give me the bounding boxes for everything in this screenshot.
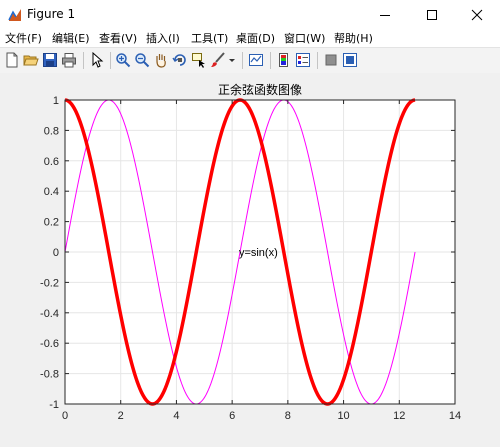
x-tick-labels: 0 2 4 6 8 10 12 14 (62, 410, 461, 422)
x-tick-label: 8 (285, 410, 291, 422)
toolbar-separator (83, 52, 84, 69)
hide-plot-tools-icon (325, 54, 337, 66)
maximize-button[interactable] (409, 0, 455, 30)
link-plot-button[interactable] (248, 52, 264, 68)
save-button[interactable] (42, 52, 58, 68)
link-plot-icon (249, 54, 263, 66)
menu-desktop[interactable]: 桌面(D) (236, 31, 275, 46)
y-tick-label: 0 (53, 247, 59, 259)
insert-colorbar-button[interactable] (276, 52, 292, 68)
minimize-icon (380, 15, 390, 16)
maximize-icon (427, 10, 437, 20)
menu-edit[interactable]: 编辑(E) (52, 31, 90, 46)
toolbar-separator (110, 52, 111, 69)
menu-file[interactable]: 文件(F) (5, 31, 42, 46)
data-cursor-icon (192, 53, 205, 68)
x-tick-label: 0 (62, 410, 68, 422)
legend-icon (296, 53, 310, 67)
show-plot-tools-button[interactable] (342, 52, 358, 68)
y-tick-label: 1 (53, 95, 59, 107)
close-icon (471, 9, 483, 21)
edit-plot-button[interactable] (89, 52, 105, 68)
y-tick-label: 0.2 (44, 217, 59, 229)
rotate-3d-button[interactable] (172, 52, 188, 68)
menu-insert[interactable]: 插入(I) (146, 31, 180, 46)
print-icon (62, 53, 76, 68)
pan-icon (156, 54, 166, 68)
x-tick-label: 12 (393, 410, 405, 422)
x-tick-label: 10 (337, 410, 349, 422)
zoom-in-icon (116, 53, 131, 68)
y-tick-label: -0.6 (40, 338, 59, 350)
open-file-icon (23, 55, 39, 66)
figure-toolbar (0, 47, 500, 74)
menu-help[interactable]: 帮助(H) (334, 31, 373, 46)
y-tick-labels: 1 0.8 0.6 0.4 0.2 0 -0.2 -0.4 -0.6 -0.8 -1 (40, 95, 59, 411)
minimize-button[interactable] (362, 0, 408, 30)
y-tick-label: 0.4 (44, 186, 59, 198)
y-tick-label: -0.4 (40, 308, 59, 320)
chevron-down-icon (229, 59, 235, 62)
print-button[interactable] (61, 52, 77, 68)
menu-view[interactable]: 查看(V) (99, 31, 137, 46)
show-plot-tools-icon (343, 53, 357, 67)
hide-plot-tools-button[interactable] (323, 52, 339, 68)
x-tick-label: 4 (173, 410, 179, 422)
pointer-icon (92, 52, 104, 68)
chart-title: 正余弦函数图像 (218, 82, 302, 97)
zoom-out-icon (135, 53, 150, 68)
open-file-button[interactable] (23, 52, 39, 68)
menu-tools[interactable]: 工具(T) (191, 31, 228, 46)
window-title: Figure 1 (27, 7, 76, 21)
matlab-figure-icon (8, 8, 22, 22)
annotation-label: y=sin(x) (239, 247, 278, 259)
new-figure-button[interactable] (4, 52, 20, 68)
zoom-in-button[interactable] (115, 52, 131, 68)
y-tick-label: -0.2 (40, 277, 59, 289)
insert-legend-button[interactable] (295, 52, 311, 68)
save-icon (43, 53, 57, 67)
new-figure-icon (6, 52, 18, 68)
window-titlebar: Figure 1 (0, 0, 500, 30)
y-tick-label: 0.6 (44, 156, 59, 168)
y-tick-label: 0.8 (44, 125, 59, 137)
x-tick-label: 6 (229, 410, 235, 422)
menu-bar: 文件(F) 编辑(E) 查看(V) 插入(I) 工具(T) 桌面(D) 窗口(W… (0, 30, 500, 47)
zoom-out-button[interactable] (134, 52, 150, 68)
brush-button[interactable] (210, 52, 226, 68)
x-tick-label: 14 (449, 410, 461, 422)
brush-icon (211, 52, 225, 67)
toolbar-separator (270, 52, 271, 69)
data-cursor-button[interactable] (191, 52, 207, 68)
toolbar-separator (317, 52, 318, 69)
plot-axes: 0 2 4 6 8 10 12 14 1 0.8 0.6 0.4 0.2 0 -0.2 -0.4 -0.6 -0… (40, 82, 461, 422)
close-button[interactable] (454, 0, 500, 30)
toolbar-separator (242, 52, 243, 69)
brush-dropdown[interactable] (228, 52, 236, 68)
colorbar-icon (279, 53, 288, 67)
y-tick-label: -1 (49, 399, 59, 411)
rotate-3d-icon (172, 54, 186, 66)
y-tick-label: -0.8 (40, 369, 59, 381)
pan-button[interactable] (153, 52, 169, 68)
x-tick-label: 2 (118, 410, 124, 422)
menu-window[interactable]: 窗口(W) (284, 31, 325, 46)
